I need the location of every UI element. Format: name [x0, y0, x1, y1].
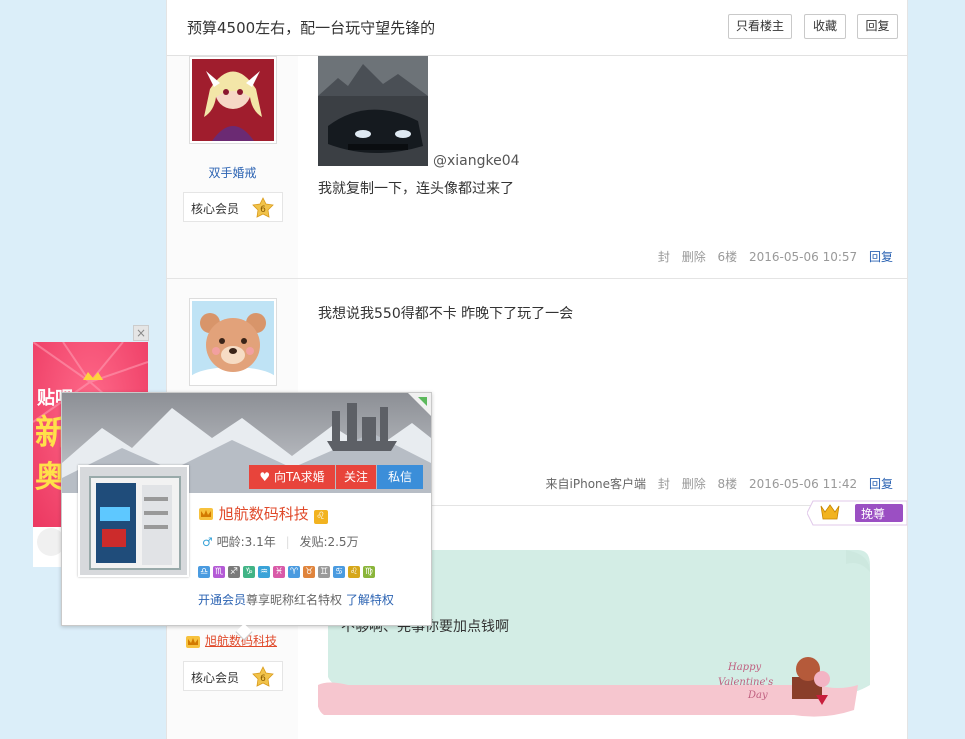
card-stats: ♂ 吧龄:3.1年 | 发贴:2.5万 — [202, 535, 359, 549]
post-text: 我就复制一下，连头像都过来了 — [318, 181, 514, 197]
crown-tag[interactable]: 挽尊 — [806, 500, 908, 526]
ban-link[interactable]: 封 — [658, 477, 670, 491]
zodiac-icon[interactable]: ♊ — [318, 566, 330, 578]
zodiac-icons-row: ♎ ♏ ♐ ♑ ♒ ♓ ♈ ♉ ♊ ♋ ♌ ♍ — [198, 563, 378, 578]
card-member-promo: 开通会员尊享昵称红名特权 了解特权 — [198, 591, 394, 608]
avatar[interactable] — [189, 56, 277, 144]
zodiac-icon[interactable]: ♎ — [198, 566, 210, 578]
favorite-button[interactable]: 收藏 — [804, 14, 846, 39]
private-message-button[interactable]: 私信 — [377, 465, 423, 489]
level-star-icon: 6 — [252, 197, 274, 218]
svg-text:6: 6 — [260, 674, 266, 684]
open-membership-link[interactable]: 开通会员 — [198, 593, 246, 607]
post-reply-link[interactable]: 回复 — [869, 477, 893, 491]
mention-link[interactable]: @xiangke04 — [433, 153, 520, 169]
heart-icon: ♥ — [259, 470, 271, 484]
zodiac-icon[interactable]: ♐ — [228, 566, 240, 578]
badge-label: 核心会员 — [191, 202, 240, 216]
thread-container: 预算4500左右，配一台玩守望先锋的 只看楼主 收藏 回复 双手婚戒 核心会员 … — [166, 0, 908, 739]
thread-title: 预算4500左右，配一台玩守望先锋的 — [187, 19, 436, 37]
card-username[interactable]: 旭航数码科技 ♌ — [198, 503, 328, 524]
post-count: 发贴:2.5万 — [299, 535, 359, 549]
zodiac-icon[interactable]: ♋ — [333, 566, 345, 578]
delete-link[interactable]: 删除 — [682, 477, 706, 491]
svg-text:Happy: Happy — [727, 662, 761, 673]
zodiac-sign-icon: ♌ — [313, 510, 328, 524]
svg-text:Valentine's: Valentine's — [718, 677, 773, 688]
card-avatar[interactable] — [78, 465, 189, 577]
member-badge[interactable]: 核心会员 6 — [183, 192, 283, 222]
card-username-text: 旭航数码科技 — [218, 505, 309, 523]
post-image[interactable] — [318, 56, 428, 170]
propose-button[interactable]: ♥ 向TA求婚 — [249, 465, 335, 489]
vip-icon — [186, 636, 200, 648]
zodiac-icon[interactable]: ♌ — [348, 566, 360, 578]
post-text: 我想说我550得都不卡 昨晚下了玩了一会 — [318, 306, 574, 322]
author-name[interactable]: 双手婚戒 — [167, 164, 298, 181]
zodiac-icon[interactable]: ♍ — [363, 566, 375, 578]
promo-text: 尊享昵称红名特权 — [246, 593, 343, 607]
svg-text:6: 6 — [260, 205, 266, 215]
crown-tag-label: 挽尊 — [861, 507, 886, 521]
delete-link[interactable]: 删除 — [682, 250, 706, 264]
post-time: 2016-05-06 10:57 — [749, 250, 858, 264]
propose-label: 向TA求婚 — [273, 470, 325, 484]
thread-header: 预算4500左右，配一台玩守望先锋的 只看楼主 收藏 回复 — [167, 0, 907, 56]
zodiac-icon[interactable]: ♏ — [213, 566, 225, 578]
svg-text:Day: Day — [747, 690, 768, 701]
vip-icon — [199, 508, 213, 520]
floor-number: 6楼 — [717, 250, 738, 264]
reply-button[interactable]: 回复 — [857, 14, 898, 39]
badge-label: 核心会员 — [191, 671, 240, 685]
zodiac-icon[interactable]: ♉ — [303, 566, 315, 578]
zodiac-icon[interactable]: ♈ — [288, 566, 300, 578]
avatar[interactable] — [188, 298, 278, 395]
post-reply-link[interactable]: 回复 — [869, 250, 893, 264]
post-source[interactable]: 来自iPhone客户端 — [546, 477, 647, 491]
member-badge[interactable]: 核心会员 6 — [183, 661, 283, 691]
zodiac-icon[interactable]: ♓ — [273, 566, 285, 578]
ad-close-icon[interactable]: × — [133, 325, 149, 341]
follow-button[interactable]: 关注 — [336, 465, 376, 489]
post-meta: 来自iPhone客户端 封 删除 8楼 2016-05-06 11:42 回复 — [538, 475, 893, 492]
user-hover-card: ♥ 向TA求婚 关注 私信 旭航数码科技 ♌ ♂ 吧龄:3.1年 | 发贴:2.… — [61, 392, 432, 641]
level-star-icon: 6 — [252, 666, 274, 687]
gender-male-icon: ♂ — [202, 535, 213, 549]
only-op-button[interactable]: 只看楼主 — [728, 14, 792, 39]
forum-age: 吧龄:3.1年 — [216, 535, 276, 549]
zodiac-icon[interactable]: ♒ — [258, 566, 270, 578]
zodiac-icon[interactable]: ♑ — [243, 566, 255, 578]
post-meta: 封 删除 6楼 2016-05-06 10:57 回复 — [650, 248, 893, 265]
post-time: 2016-05-06 11:42 — [749, 477, 858, 491]
learn-privileges-link[interactable]: 了解特权 — [346, 593, 394, 607]
floor-number: 8楼 — [717, 477, 738, 491]
ban-link[interactable]: 封 — [658, 250, 670, 264]
